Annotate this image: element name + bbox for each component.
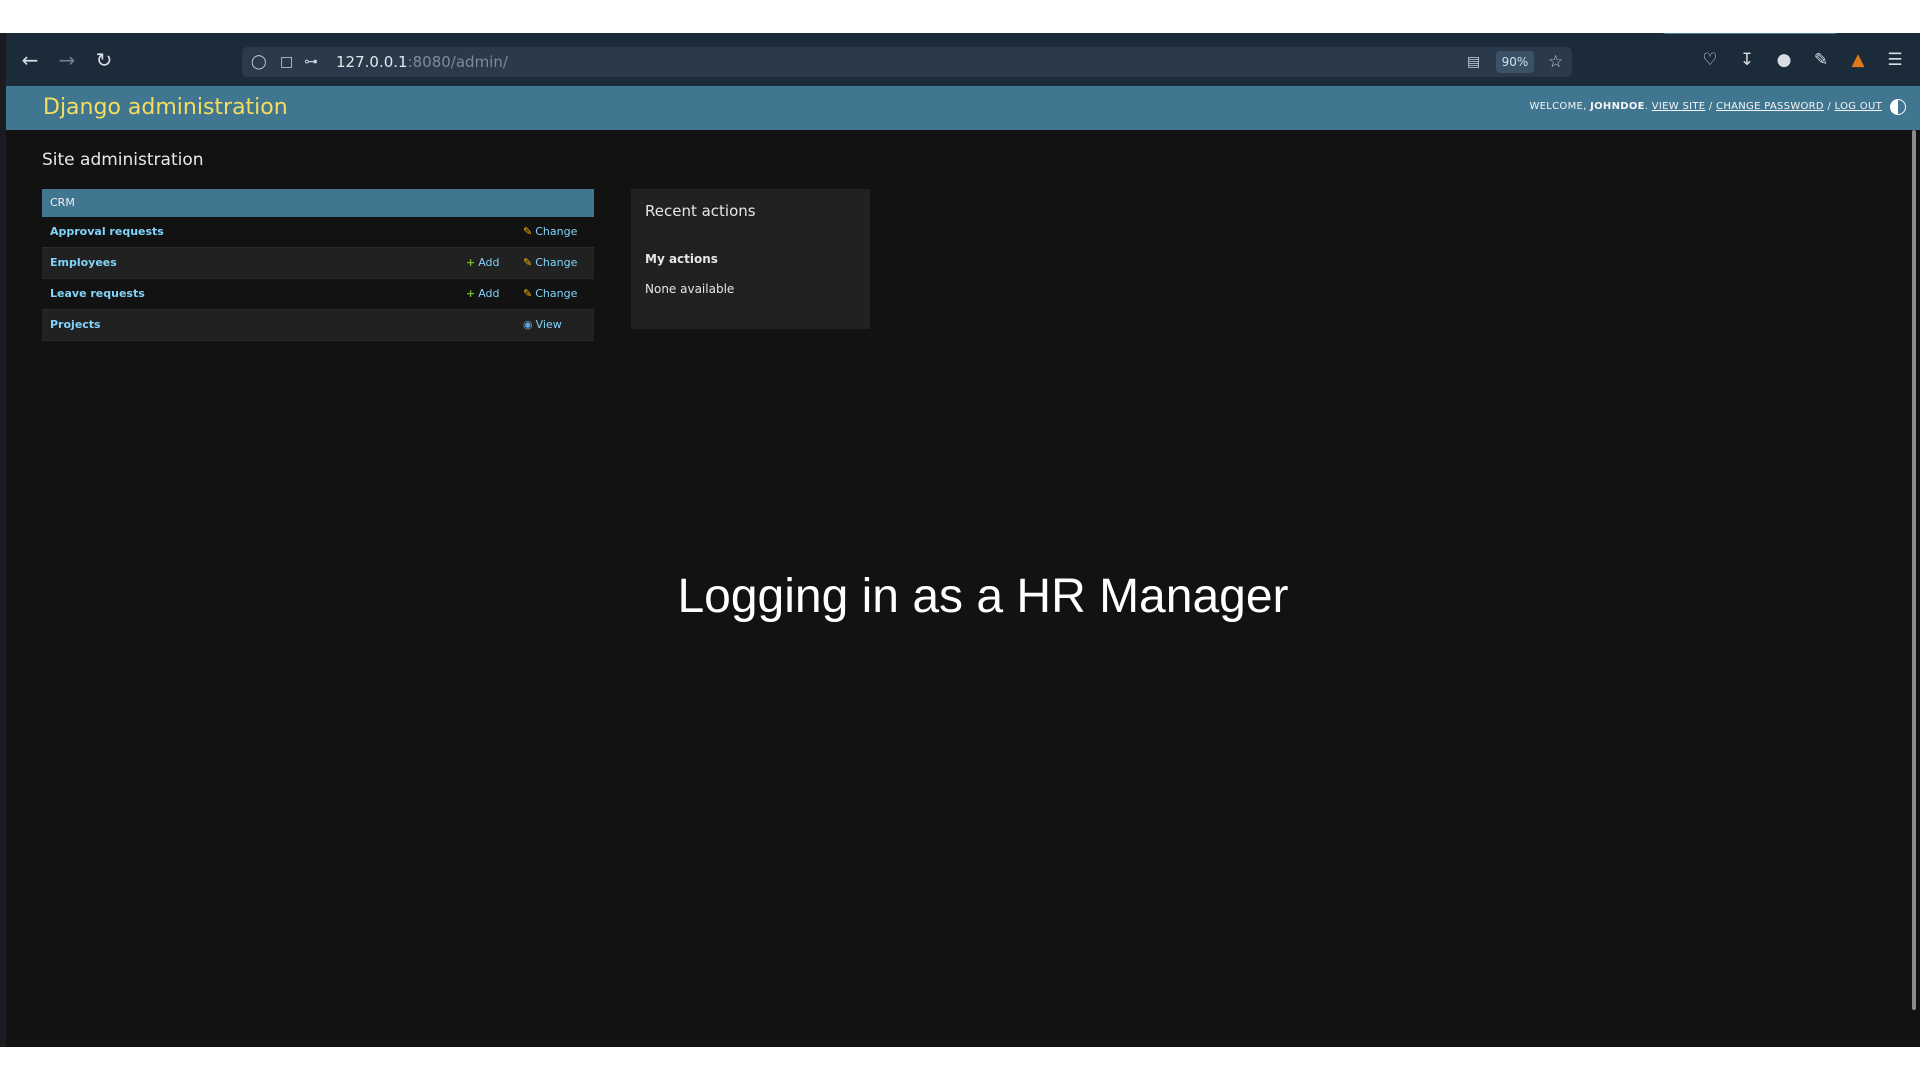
change-link[interactable]: ✎ Change: [523, 248, 577, 278]
table-row: Employees + Add ✎ Change: [42, 248, 594, 279]
empty-actions-text: None available: [645, 282, 735, 296]
recent-actions-title: Recent actions: [645, 202, 756, 220]
model-link-employees[interactable]: Employees: [50, 248, 117, 278]
shield-icon[interactable]: ◯: [251, 52, 267, 72]
view-label: View: [535, 318, 562, 331]
browser-window: ← → ↻ ◯ □ ⊶ 127.0.0.1:8080/admin/ ▤ 90% …: [0, 33, 1920, 1047]
site-brand[interactable]: Django administration: [43, 95, 288, 121]
change-label: Change: [535, 225, 578, 238]
page-title: Site administration: [42, 150, 204, 170]
add-label: Add: [478, 287, 500, 300]
admin-header: Django administration WELCOME, JOHNDOE. …: [6, 86, 1920, 130]
view-link[interactable]: ◉ View: [523, 310, 562, 340]
forward-icon[interactable]: →: [53, 46, 81, 74]
my-actions-heading: My actions: [645, 252, 718, 266]
add-link[interactable]: + Add: [466, 279, 500, 309]
eye-icon: ◉: [523, 318, 533, 331]
model-link-approval-requests[interactable]: Approval requests: [50, 217, 164, 247]
change-label: Change: [535, 256, 578, 269]
menu-icon[interactable]: ☰: [1882, 46, 1908, 74]
account-avatar-icon[interactable]: ●: [1771, 46, 1797, 74]
plus-icon: +: [466, 256, 476, 269]
recent-actions-panel: Recent actions My actions None available: [631, 189, 870, 329]
window-edge: [0, 33, 6, 1047]
url-text[interactable]: 127.0.0.1:8080/admin/: [336, 52, 508, 72]
table-row: Projects ◉ View: [42, 310, 594, 341]
reload-icon[interactable]: ↻: [90, 46, 118, 74]
view-site-link[interactable]: VIEW SITE: [1652, 101, 1706, 112]
extensions-icon[interactable]: ✎: [1808, 46, 1834, 74]
scrollbar[interactable]: [1912, 130, 1916, 1010]
username: JOHNDOE: [1590, 101, 1645, 112]
theme-toggle-icon[interactable]: [1890, 99, 1906, 115]
pocket-icon[interactable]: ♡: [1697, 46, 1723, 74]
zoom-badge[interactable]: 90%: [1496, 51, 1534, 73]
separator: /: [1705, 101, 1717, 112]
browser-toolbar: ← → ↻ ◯ □ ⊶ 127.0.0.1:8080/admin/ ▤ 90% …: [0, 33, 1920, 87]
fox-extension-icon[interactable]: ▲: [1845, 46, 1871, 74]
url-path: :8080/admin/: [407, 53, 508, 71]
pencil-icon: ✎: [523, 256, 533, 269]
address-bar[interactable]: ◯ □ ⊶ 127.0.0.1:8080/admin/ ▤ 90% ☆: [242, 47, 1572, 77]
separator: /: [1823, 101, 1835, 112]
tab-indicator: [1662, 33, 1838, 34]
url-host: 127.0.0.1: [336, 53, 408, 71]
page-icon[interactable]: □: [280, 52, 293, 72]
table-row: Leave requests + Add ✎ Change: [42, 279, 594, 310]
add-label: Add: [478, 256, 500, 269]
pencil-icon: ✎: [523, 287, 533, 300]
module-caption[interactable]: CRM: [42, 189, 594, 217]
table-row: Approval requests ✎ Change: [42, 217, 594, 248]
change-link[interactable]: ✎ Change: [523, 217, 577, 247]
model-link-leave-requests[interactable]: Leave requests: [50, 279, 145, 309]
download-icon[interactable]: ↧: [1734, 46, 1760, 74]
log-out-link[interactable]: LOG OUT: [1835, 101, 1882, 112]
back-icon[interactable]: ←: [16, 46, 44, 74]
reader-view-icon[interactable]: ▤: [1467, 52, 1480, 72]
welcome-label: WELCOME,: [1529, 101, 1587, 112]
pencil-icon: ✎: [523, 225, 533, 238]
video-caption: Logging in as a HR Manager: [677, 570, 1289, 623]
app-module-crm: CRM Approval requests ✎ Change Employees …: [42, 189, 594, 341]
add-link[interactable]: + Add: [466, 248, 500, 278]
bookmark-star-icon[interactable]: ☆: [1548, 52, 1563, 72]
change-password-link[interactable]: CHANGE PASSWORD: [1716, 101, 1824, 112]
plus-icon: +: [466, 287, 476, 300]
model-link-projects[interactable]: Projects: [50, 310, 101, 340]
user-tools: WELCOME, JOHNDOE. VIEW SITE / CHANGE PAS…: [1529, 101, 1882, 112]
key-icon[interactable]: ⊶: [304, 52, 318, 72]
change-label: Change: [535, 287, 578, 300]
change-link[interactable]: ✎ Change: [523, 279, 577, 309]
